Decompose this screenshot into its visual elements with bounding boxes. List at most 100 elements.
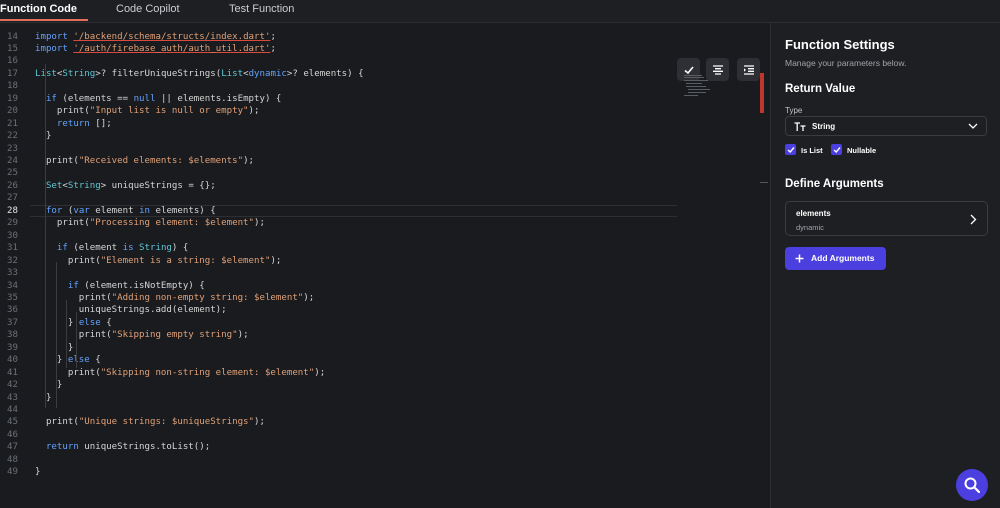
code-line[interactable]: 24 print("Received elements: $elements")… [0, 155, 680, 167]
code-text[interactable]: } else { [35, 317, 112, 329]
code-text[interactable]: print("Element is a string: $element"); [35, 255, 282, 267]
code-text[interactable]: for (var element in elements) { [35, 205, 216, 217]
plus-icon [795, 254, 804, 263]
code-line[interactable]: 40 } else { [0, 354, 680, 366]
argument-card[interactable]: elements dynamic [785, 201, 988, 236]
code-line[interactable]: 26 Set<String> uniqueStrings = {}; [0, 180, 680, 192]
scroll-tick [760, 182, 768, 183]
code-line[interactable]: 29 print("Processing element: $element")… [0, 217, 680, 229]
code-text[interactable]: } [35, 466, 40, 478]
line-number: 49 [7, 467, 18, 478]
code-line[interactable]: 37 } else { [0, 317, 680, 329]
indent-button[interactable] [737, 58, 760, 81]
tab-test-function[interactable]: Test Function [229, 0, 294, 22]
line-number: 48 [7, 454, 18, 465]
code-line[interactable]: 15 import '/auth/firebase_auth/auth_util.… [0, 43, 680, 55]
tab-bar: Function Code Code Copilot Test Function [0, 0, 1000, 23]
code-text[interactable]: } [35, 342, 73, 354]
code-text[interactable]: if (elements == null || elements.isEmpty… [35, 93, 281, 105]
code-line[interactable]: 31 if (element is String) { [0, 242, 680, 254]
argument-type: dynamic [796, 223, 824, 232]
line-number: 34 [7, 280, 18, 291]
line-number: 35 [7, 292, 18, 303]
search-fab-button[interactable] [956, 469, 988, 501]
code-text[interactable]: import '/backend/schema/structs/index.da… [35, 31, 276, 43]
code-line[interactable]: 42 } [0, 379, 680, 391]
code-line[interactable]: 20 print("Input list is null or empty"); [0, 105, 680, 117]
code-line[interactable]: 25 [0, 167, 680, 179]
code-text[interactable]: List<String>? filterUniqueStrings(List<d… [35, 68, 364, 80]
is-list-checkbox[interactable] [785, 144, 796, 155]
code-line[interactable]: 18 [0, 80, 680, 92]
code-line[interactable]: 38 print("Skipping empty string"); [0, 329, 680, 341]
code-line[interactable]: 17 List<String>? filterUniqueStrings(List… [0, 68, 680, 80]
minimap[interactable] [684, 75, 714, 97]
code-text[interactable]: print("Skipping non-string element: $ele… [35, 367, 325, 379]
argument-name: elements [796, 209, 831, 218]
code-line[interactable]: 44 [0, 404, 680, 416]
code-line[interactable]: 16 [0, 55, 680, 67]
code-line[interactable]: 23 [0, 143, 680, 155]
line-number: 31 [7, 243, 18, 254]
code-line[interactable]: 43 } [0, 392, 680, 404]
function-settings-panel: Function Settings Manage your parameters… [770, 23, 1000, 508]
line-number: 42 [7, 380, 18, 391]
code-line[interactable]: 32 print("Element is a string: $element"… [0, 255, 680, 267]
line-number: 40 [7, 355, 18, 366]
code-text[interactable]: if (element is String) { [35, 242, 188, 254]
code-line[interactable]: 46 [0, 429, 680, 441]
line-number: 29 [7, 218, 18, 229]
line-number: 43 [7, 392, 18, 403]
check-icon [683, 65, 694, 74]
code-text[interactable]: } [35, 130, 52, 142]
line-number: 38 [7, 330, 18, 341]
code-line[interactable]: 30 [0, 230, 680, 242]
code-line[interactable]: 19 if (elements == null || elements.isEm… [0, 93, 680, 105]
code-text[interactable]: return []; [35, 118, 112, 130]
add-arguments-label: Add Arguments [811, 253, 875, 263]
code-text[interactable]: print("Input list is null or empty"); [35, 105, 260, 117]
code-text[interactable]: } [35, 392, 52, 404]
define-arguments-heading: Define Arguments [785, 178, 884, 190]
code-text[interactable]: print("Unique strings: $uniqueStrings"); [35, 416, 265, 428]
code-editor[interactable]: 14 import '/backend/schema/structs/index.… [0, 23, 770, 508]
add-arguments-button[interactable]: Add Arguments [785, 247, 886, 270]
code-line[interactable]: 35 print("Adding non-empty string: $elem… [0, 292, 680, 304]
code-line[interactable]: 49} [0, 466, 680, 478]
code-text[interactable]: print("Received elements: $elements"); [35, 155, 254, 167]
panel-title: Function Settings [785, 37, 895, 52]
code-line[interactable]: 21 return []; [0, 118, 680, 130]
code-text[interactable]: print("Processing element: $element"); [35, 217, 265, 229]
code-line[interactable]: 36 uniqueStrings.add(element); [0, 304, 680, 316]
code-text[interactable]: print("Skipping empty string"); [35, 329, 249, 341]
checkmark-icon [833, 146, 841, 153]
chevron-right-icon [970, 214, 977, 225]
return-value-heading: Return Value [785, 83, 856, 95]
chevron-down-icon [968, 123, 978, 129]
code-text[interactable]: import '/auth/firebase_auth/auth_util.da… [35, 43, 276, 55]
active-tab-indicator [0, 19, 88, 21]
code-line[interactable]: 34 if (element.isNotEmpty) { [0, 280, 680, 292]
code-line[interactable]: 33 [0, 267, 680, 279]
code-line[interactable]: 27 [0, 192, 680, 204]
line-number: 39 [7, 342, 18, 353]
code-line[interactable]: 48 [0, 454, 680, 466]
code-text[interactable]: } [35, 379, 62, 391]
code-text[interactable]: if (element.isNotEmpty) { [35, 280, 205, 292]
tab-code-copilot[interactable]: Code Copilot [116, 0, 180, 22]
code-line[interactable]: 28 for (var element in elements) { [0, 204, 680, 218]
code-text[interactable]: Set<String> uniqueStrings = {}; [35, 180, 216, 192]
code-text[interactable]: uniqueStrings.add(element); [35, 304, 227, 316]
return-type-select[interactable]: String [785, 116, 987, 136]
code-line[interactable]: 45 print("Unique strings: $uniqueStrings… [0, 416, 680, 428]
code-line[interactable]: 14 import '/backend/schema/structs/index.… [0, 31, 680, 43]
code-text[interactable]: print("Adding non-empty string: $element… [35, 292, 314, 304]
indent-guide [45, 64, 46, 408]
nullable-checkbox[interactable] [831, 144, 842, 155]
code-line[interactable]: 39 } [0, 342, 680, 354]
panel-subtitle: Manage your parameters below. [785, 58, 907, 68]
code-line[interactable]: 47 return uniqueStrings.toList(); [0, 441, 680, 453]
code-line[interactable]: 41 print("Skipping non-string element: $… [0, 367, 680, 379]
code-text[interactable]: return uniqueStrings.toList(); [35, 441, 210, 453]
code-line[interactable]: 22 } [0, 130, 680, 142]
